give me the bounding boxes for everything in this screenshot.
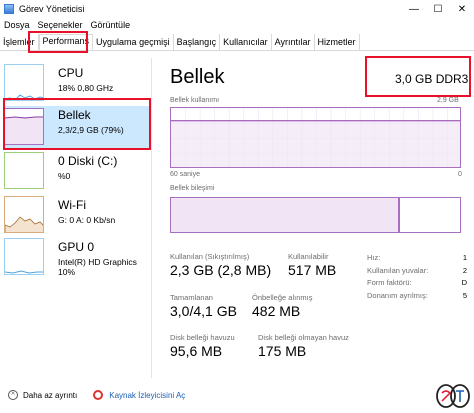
sidebar-item-value: G: 0 A: 0 Kb/sn bbox=[58, 215, 116, 225]
fewer-details-label: Daha az ayrıntı bbox=[23, 390, 78, 400]
gpu-thumbnail-graph bbox=[4, 238, 44, 275]
memory-details-list: Hız: 1 Kullanılan yuvalar: 2 Form faktörü:… bbox=[367, 253, 467, 303]
menu-view[interactable]: Görüntüle bbox=[91, 20, 131, 30]
footer: ^ Daha az ayrıntı Kaynak İzleyicisini Aç bbox=[0, 385, 474, 405]
composition-modified bbox=[399, 198, 401, 232]
stat-label: Kullanılabilir bbox=[288, 252, 329, 261]
memory-usage-graph bbox=[170, 107, 461, 168]
detail-row: Hız: 1 bbox=[367, 253, 467, 266]
maximize-button[interactable]: ☐ bbox=[426, 0, 450, 18]
composition-in-use bbox=[171, 198, 400, 232]
stat-label: Önbelleğe alınmış bbox=[252, 293, 313, 302]
menu-file[interactable]: Dosya bbox=[4, 20, 30, 30]
window-title: Görev Yöneticisi bbox=[19, 4, 85, 14]
tab-app-history[interactable]: Uygulama geçmişi bbox=[93, 34, 174, 50]
stat-nonpaged-pool: Disk belleği olmayan havuz 175 MB bbox=[258, 333, 349, 359]
resource-monitor-icon bbox=[93, 390, 104, 400]
stat-label: Disk belleği havuzu bbox=[170, 333, 235, 342]
wifi-thumbnail-graph bbox=[4, 196, 44, 233]
stat-value: 482 MB bbox=[252, 303, 301, 319]
menu-bar: Dosya Seçenekler Görüntüle bbox=[0, 18, 134, 32]
detail-label: Kullanılan yuvalar: bbox=[367, 265, 429, 275]
usage-graph-max: 2,9 GB bbox=[437, 97, 459, 104]
sidebar-item-label: GPU 0 bbox=[58, 240, 95, 254]
highlight-box-spec bbox=[365, 56, 471, 97]
detail-value: 2 bbox=[462, 265, 467, 275]
close-button[interactable]: ✕ bbox=[450, 0, 474, 18]
stat-in-use: Kullanılan (Sıkıştırılmış) 2,3 GB (2,8 M… bbox=[170, 252, 271, 278]
open-resource-monitor-link[interactable]: Kaynak İzleyicisini Aç bbox=[77, 390, 185, 400]
fewer-details-button[interactable]: ^ Daha az ayrıntı bbox=[0, 390, 77, 400]
tab-startup[interactable]: Başlangıç bbox=[174, 34, 221, 50]
stat-available: Kullanılabilir 517 MB bbox=[288, 252, 336, 278]
sidebar-item-label: Wi-Fi bbox=[58, 198, 86, 212]
composition-label: Bellek bileşimi bbox=[170, 185, 215, 192]
sidebar-item-value: Intel(R) HD Graphics bbox=[58, 257, 137, 267]
detail-value: 5 bbox=[462, 290, 467, 300]
highlight-box-tab bbox=[28, 31, 88, 53]
detail-label: Form faktörü: bbox=[367, 278, 412, 287]
detail-value: D bbox=[461, 278, 467, 287]
detail-row: Kullanılan yuvalar: 2 bbox=[367, 266, 467, 279]
usage-graph-label: Bellek kullanımı bbox=[170, 97, 220, 104]
sidebar-item-disk[interactable]: 0 Diski (C:) %0 bbox=[4, 152, 149, 192]
sidebar-item-value: %0 bbox=[58, 171, 71, 181]
time-axis-zero: 0 bbox=[458, 171, 462, 178]
resource-monitor-label: Kaynak İzleyicisini Aç bbox=[109, 390, 186, 400]
stat-label: Disk belleği olmayan havuz bbox=[258, 333, 349, 342]
panel-title: Bellek bbox=[170, 66, 225, 88]
detail-row: Form faktörü: D bbox=[367, 278, 467, 291]
stat-value: 95,6 MB bbox=[170, 343, 223, 359]
tab-details[interactable]: Ayrıntılar bbox=[272, 34, 315, 50]
detail-value: 1 bbox=[462, 253, 467, 262]
sidebar-item-label: 0 Diski (C:) bbox=[58, 154, 118, 168]
stat-label: Kullanılan (Sıkıştırılmış) bbox=[170, 252, 250, 261]
highlight-box-memory bbox=[3, 98, 151, 150]
sidebar-item-value: 18% 0,80 GHz bbox=[58, 83, 114, 93]
tab-users[interactable]: Kullanıcılar bbox=[220, 34, 272, 50]
stat-value: 2,3 GB (2,8 MB) bbox=[170, 262, 272, 278]
watermark-logo bbox=[436, 384, 470, 408]
task-manager-icon bbox=[4, 4, 14, 14]
stat-cached: Önbelleğe alınmış 482 MB bbox=[252, 293, 312, 319]
stat-value: 175 MB bbox=[258, 343, 307, 359]
detail-label: Donanım ayrılmış: bbox=[367, 290, 428, 300]
sidebar-item-label: CPU bbox=[58, 66, 84, 80]
minimize-button[interactable]: — bbox=[402, 0, 426, 18]
stat-value: 517 MB bbox=[288, 262, 337, 278]
stat-committed: Tamamlanan 3,0/4,1 GB bbox=[170, 293, 237, 319]
stat-value: 3,0/4,1 GB bbox=[170, 303, 237, 319]
memory-composition-bar bbox=[170, 197, 461, 233]
chevron-up-icon: ^ bbox=[8, 390, 18, 400]
disk-thumbnail-graph bbox=[4, 152, 44, 189]
cpu-thumbnail-graph bbox=[4, 64, 44, 101]
menu-options[interactable]: Seçenekler bbox=[38, 20, 83, 30]
usage-fill bbox=[171, 120, 460, 167]
tab-services[interactable]: Hizmetler bbox=[315, 34, 360, 50]
stat-label: Tamamlanan bbox=[170, 293, 213, 302]
time-axis-label: 60 saniye bbox=[170, 171, 200, 178]
detail-row: Donanım ayrılmış: 5 bbox=[367, 291, 467, 304]
stat-paged-pool: Disk belleği havuzu 95,6 MB bbox=[170, 333, 235, 359]
sidebar-item-wifi[interactable]: Wi-Fi G: 0 A: 0 Kb/sn bbox=[4, 196, 149, 236]
title-bar: Görev Yöneticisi — ☐ ✕ bbox=[0, 0, 474, 18]
sidebar-item-gpu[interactable]: GPU 0 Intel(R) HD Graphics 10% bbox=[4, 238, 149, 278]
sidebar-item-value-secondary: 10% bbox=[58, 267, 76, 277]
detail-label: Hız: bbox=[367, 253, 381, 262]
